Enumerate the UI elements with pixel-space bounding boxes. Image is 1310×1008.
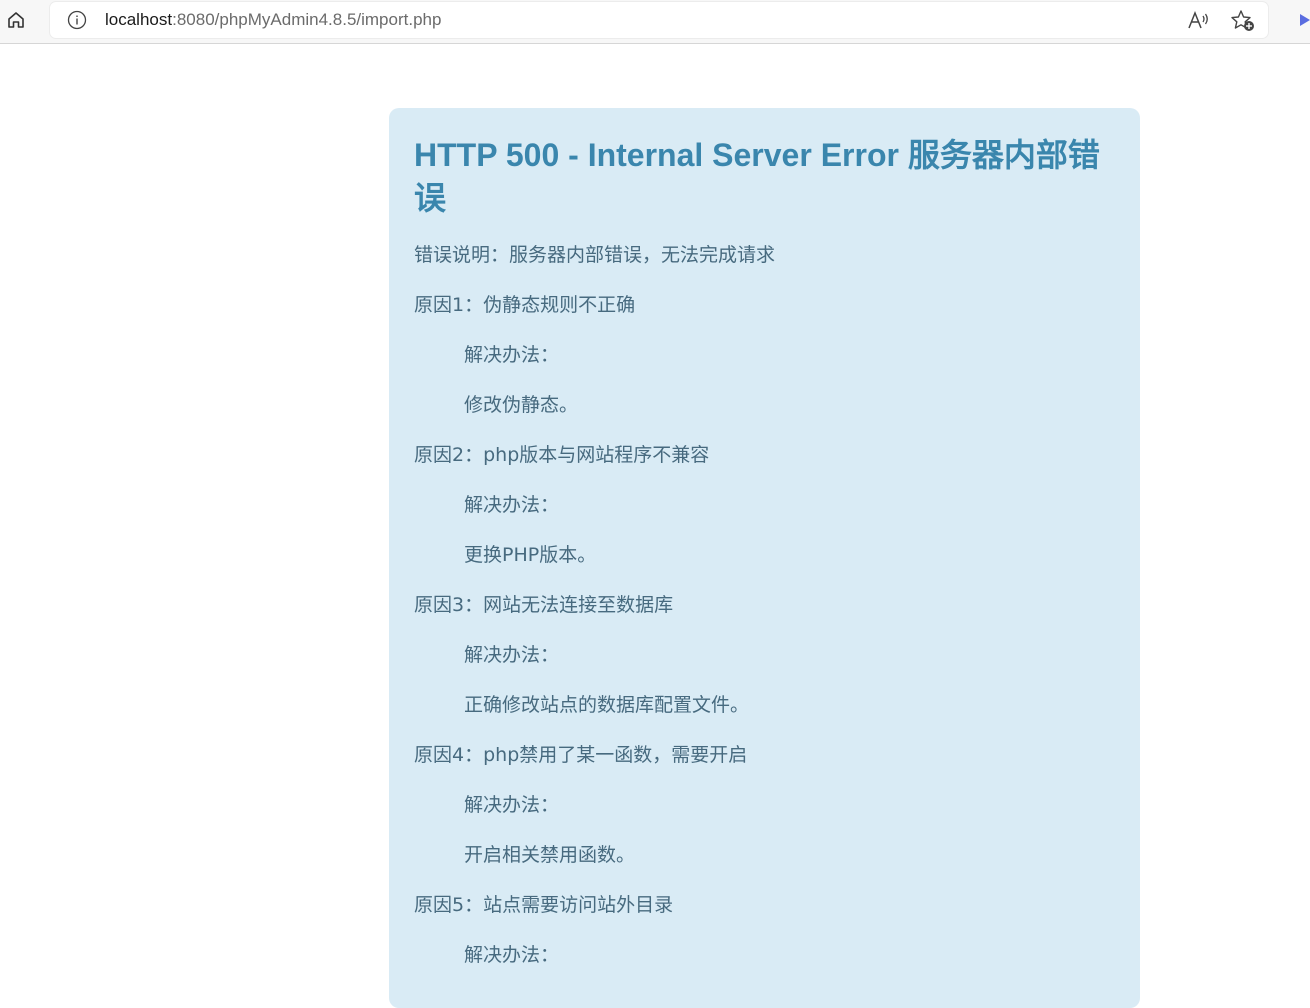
info-icon — [67, 10, 87, 30]
solution-label-4: 解决办法： — [464, 794, 560, 816]
read-aloud-button[interactable] — [1187, 10, 1211, 32]
error-description: 错误说明：服务器内部错误，无法完成请求 — [414, 244, 776, 266]
solution-label-3: 解决办法： — [464, 644, 560, 666]
solution-2: 更换PHP版本。 — [464, 544, 597, 566]
cause-4: 原因4：php禁用了某一函数，需要开启 — [414, 744, 748, 766]
solution-3: 正确修改站点的数据库配置文件。 — [464, 694, 750, 716]
add-favorite-icon — [1231, 10, 1254, 31]
solution-label-1: 解决办法： — [464, 344, 560, 366]
solution-label-2: 解决办法： — [464, 494, 560, 516]
extension-icon[interactable] — [1294, 10, 1310, 30]
error-panel: HTTP 500 - Internal Server Error 服务器内部错误… — [389, 108, 1140, 1008]
url-host: localhost — [105, 10, 173, 29]
home-icon — [8, 12, 24, 28]
url-path: :8080/phpMyAdmin4.8.5/import.php — [172, 10, 442, 29]
solution-4: 开启相关禁用函数。 — [464, 844, 636, 866]
cause-3: 原因3：网站无法连接至数据库 — [414, 594, 674, 616]
cause-5: 原因5：站点需要访问站外目录 — [414, 894, 674, 916]
error-title: HTTP 500 - Internal Server Error 服务器内部错误 — [414, 137, 1100, 216]
home-button[interactable] — [4, 8, 28, 32]
browser-toolbar: localhost:8080/phpMyAdmin4.8.5/import.ph… — [0, 0, 1310, 44]
cause-1: 原因1：伪静态规则不正确 — [414, 294, 636, 316]
add-favorite-button[interactable] — [1230, 9, 1256, 33]
solution-label-5: 解决办法： — [464, 944, 560, 966]
site-info-button[interactable] — [67, 10, 87, 30]
url-text[interactable]: localhost:8080/phpMyAdmin4.8.5/import.ph… — [105, 10, 441, 30]
solution-1: 修改伪静态。 — [464, 394, 579, 416]
address-bar[interactable]: localhost:8080/phpMyAdmin4.8.5/import.ph… — [50, 2, 1268, 38]
read-aloud-icon — [1188, 10, 1208, 29]
cause-2: 原因2：php版本与网站程序不兼容 — [414, 444, 710, 466]
